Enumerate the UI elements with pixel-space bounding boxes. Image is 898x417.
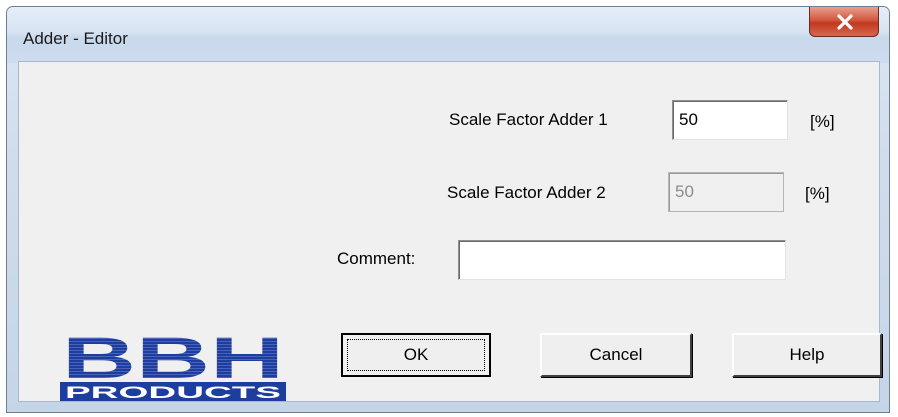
- scale-factor-1-input[interactable]: [672, 100, 788, 140]
- editor-window: Adder - Editor Scale Factor Adder 1 [%] …: [6, 6, 890, 413]
- logo-products-text: PRODUCTS: [65, 383, 281, 402]
- window-title: Adder - Editor: [23, 29, 128, 48]
- scale-factor-2-label: Scale Factor Adder 2: [447, 183, 606, 202]
- title-bar[interactable]: Adder - Editor: [7, 7, 889, 63]
- help-button-label: Help: [789, 345, 825, 364]
- cancel-button-label: Cancel: [589, 345, 643, 364]
- scale-factor-2-unit: [%]: [805, 184, 830, 203]
- cancel-button[interactable]: Cancel: [540, 333, 692, 377]
- comment-input[interactable]: [458, 240, 786, 280]
- logo-bbh-text: BBH: [62, 330, 284, 391]
- scale-factor-1-unit: [%]: [810, 112, 835, 131]
- close-icon: [837, 14, 853, 30]
- scale-factor-1-label: Scale Factor Adder 1: [449, 110, 608, 129]
- scale-factor-2-input: [668, 172, 784, 212]
- comment-label: Comment:: [337, 249, 416, 268]
- focus-rectangle: [347, 339, 485, 371]
- bbh-products-logo: BBH PRODUCTS: [60, 330, 286, 402]
- dialog-body: Scale Factor Adder 1 [%] Scale Factor Ad…: [18, 61, 882, 402]
- help-button[interactable]: Help: [732, 333, 882, 377]
- close-button[interactable]: [809, 7, 879, 37]
- ok-button[interactable]: OK: [341, 333, 491, 377]
